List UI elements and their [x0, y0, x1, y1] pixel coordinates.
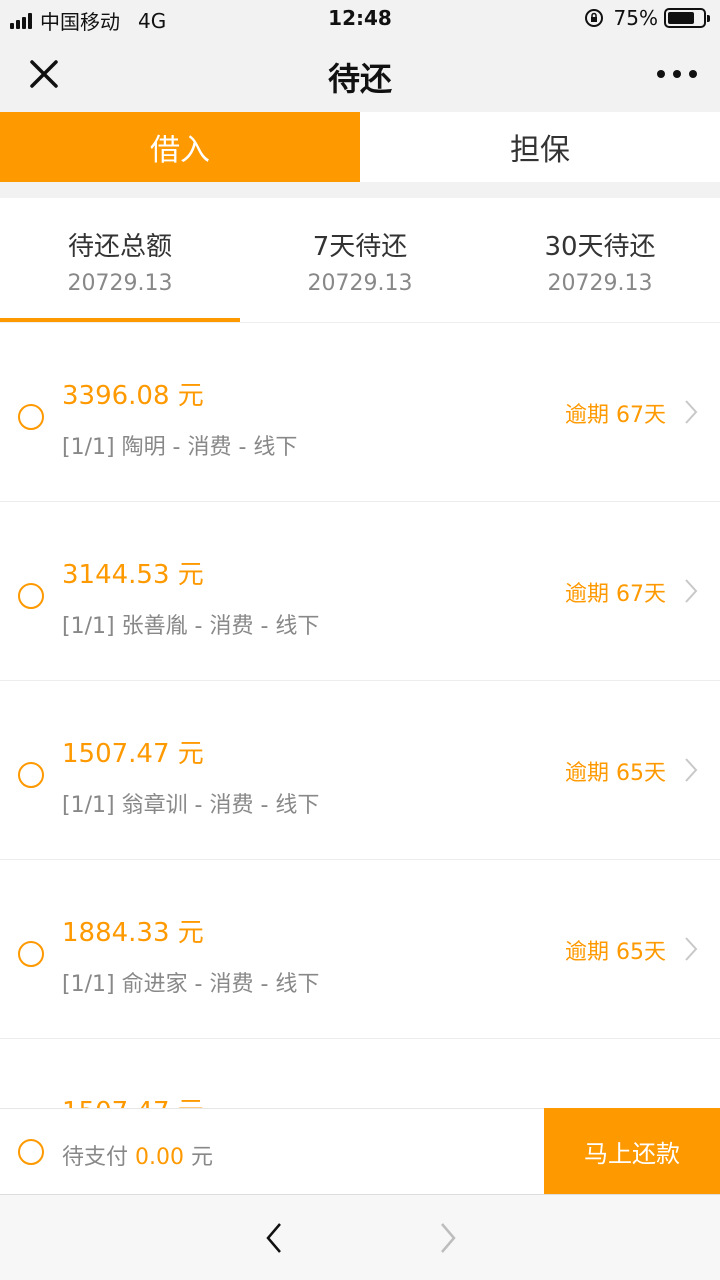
tab-total-due[interactable]: 待还总额 20729.13 — [0, 198, 240, 322]
item-amount: 1507.47 元 — [62, 1091, 204, 1108]
list-item[interactable]: 1884.33 元 [1/1] 俞进家 - 消费 - 线下 逾期 65天 — [0, 860, 720, 1039]
chevron-right-icon — [685, 579, 698, 603]
battery-fill — [668, 12, 694, 24]
item-description: [1/1] 翁章训 - 消费 - 线下 — [62, 793, 320, 818]
summary-tabs: 待还总额 20729.13 7天待还 20729.13 30天待还 20729.… — [0, 198, 720, 323]
list-item[interactable]: 3144.53 元 [1/1] 张善胤 - 消费 - 线下 逾期 67天 — [0, 502, 720, 681]
close-icon — [30, 60, 58, 88]
item-amount: 3396.08 元 — [62, 381, 204, 411]
page-title: 待还 — [327, 60, 392, 98]
browser-toolbar — [0, 1194, 720, 1280]
status-bar: 中国移动 4G 12:48 75% — [0, 0, 720, 36]
pending-payment: 待支付 0.00 元 — [62, 1139, 213, 1171]
payment-bar: 待支付 0.00 元 马上还款 — [0, 1108, 720, 1195]
pending-label: 待支付 — [62, 1145, 129, 1170]
summary-label: 待还总额 — [67, 232, 172, 262]
overdue-status: 逾期 67天 — [565, 403, 666, 428]
summary-value: 20729.13 — [307, 271, 413, 296]
select-radio[interactable] — [18, 583, 44, 609]
tab-guarantee[interactable]: 担保 — [360, 112, 720, 182]
item-description: [1/1] 张善胤 - 消费 - 线下 — [62, 614, 320, 639]
forward-icon[interactable] — [430, 1219, 464, 1257]
segment-tabs: 借入 担保 — [0, 112, 720, 182]
list-item[interactable]: 3396.08 元 [1/1] 陶明 - 消费 - 线下 逾期 67天 — [0, 323, 720, 502]
tab-30-day-due[interactable]: 30天待还 20729.13 — [480, 198, 720, 322]
chevron-right-icon — [685, 937, 698, 961]
close-button[interactable] — [22, 52, 66, 96]
tab-7-day-due[interactable]: 7天待还 20729.13 — [240, 198, 480, 322]
chevron-right-icon — [685, 758, 698, 782]
overdue-status: 逾期 65天 — [565, 940, 666, 965]
select-all-radio[interactable] — [18, 1139, 44, 1165]
overdue-status: 逾期 67天 — [565, 582, 666, 607]
list-item[interactable]: 1507.47 元 — [0, 1039, 720, 1108]
list-item[interactable]: 1507.47 元 [1/1] 翁章训 - 消费 - 线下 逾期 65天 — [0, 681, 720, 860]
select-radio[interactable] — [18, 762, 44, 788]
repay-now-button[interactable]: 马上还款 — [544, 1108, 720, 1195]
pending-amount: 0.00 — [135, 1145, 184, 1170]
select-radio[interactable] — [18, 404, 44, 430]
more-button[interactable] — [652, 56, 702, 92]
summary-label: 7天待还 — [312, 232, 408, 262]
pending-unit: 元 — [191, 1145, 214, 1170]
battery-icon — [664, 8, 710, 28]
item-amount: 1507.47 元 — [62, 739, 204, 769]
status-right: 75% — [584, 6, 710, 30]
summary-value: 20729.13 — [67, 271, 173, 296]
battery-percent: 75% — [613, 6, 658, 30]
item-amount: 3144.53 元 — [62, 560, 204, 590]
overdue-status: 逾期 65天 — [565, 761, 666, 786]
more-dots-icon — [657, 70, 665, 78]
nav-bar: 待还 — [0, 36, 720, 112]
back-icon[interactable] — [258, 1219, 292, 1257]
item-description: [1/1] 俞进家 - 消费 - 线下 — [62, 972, 320, 997]
select-radio[interactable] — [18, 941, 44, 967]
chevron-right-icon — [685, 400, 698, 424]
summary-label: 30天待还 — [544, 232, 656, 262]
tab-borrow[interactable]: 借入 — [0, 112, 360, 182]
rotation-lock-icon — [584, 9, 603, 27]
item-description: [1/1] 陶明 - 消费 - 线下 — [62, 435, 298, 460]
repayment-list: 3396.08 元 [1/1] 陶明 - 消费 - 线下 逾期 67天 3144… — [0, 323, 720, 1108]
item-amount: 1884.33 元 — [62, 918, 204, 948]
summary-value: 20729.13 — [547, 271, 653, 296]
